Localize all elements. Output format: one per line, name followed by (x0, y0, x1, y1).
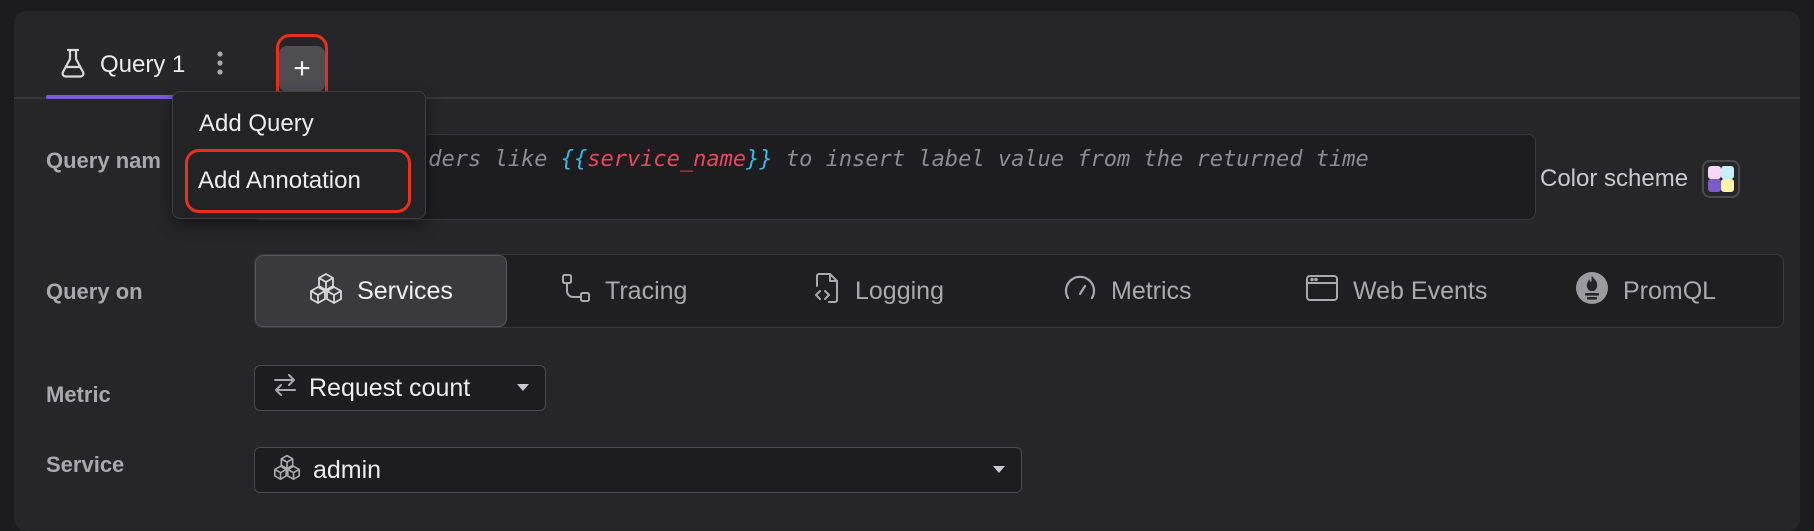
query-on-tracing-label: Tracing (605, 276, 688, 305)
service-value: admin (313, 455, 382, 484)
color-scheme-label: Color scheme (1540, 165, 1689, 192)
placeholder-brace-close: }} (746, 147, 773, 172)
query-on-services-label: Services (357, 276, 453, 305)
query-on-web-events-label: Web Events (1353, 276, 1488, 305)
metric-select[interactable]: Request count (254, 365, 546, 411)
prometheus-icon (1575, 271, 1609, 312)
metric-label: Metric (46, 382, 111, 407)
cubes-icon (273, 454, 301, 487)
color-scheme-swatch[interactable] (1702, 160, 1741, 198)
query-on-metrics[interactable]: Metrics (1063, 255, 1192, 327)
menu-item-add-query[interactable]: Add Query (173, 98, 425, 150)
gauge-icon (1063, 273, 1097, 310)
query-on-promql-label: PromQL (1623, 276, 1717, 305)
placeholder-variable: service_name (587, 147, 747, 172)
plus-icon: + (293, 52, 311, 85)
add-menu: Add Query Add Annotation (172, 91, 426, 219)
swap-arrows-icon (273, 373, 297, 403)
query-name-input[interactable]: lders like {{service_name}} to insert la… (252, 134, 1536, 220)
query-on-tracing[interactable]: Tracing (561, 255, 687, 327)
add-button[interactable]: + (279, 46, 325, 92)
query-on-metrics-label: Metrics (1111, 276, 1192, 305)
menu-item-add-annotation[interactable]: Add Annotation (185, 149, 411, 213)
query-name-label: Query nam (46, 148, 161, 173)
placeholder-tail: to insert label value from the returned … (772, 147, 1369, 172)
code-file-icon (813, 272, 841, 311)
query-on-label: Query on (46, 279, 143, 304)
query-on-services[interactable]: Services (255, 255, 507, 327)
placeholder-brace-open: {{ (560, 147, 588, 172)
query-on-promql[interactable]: PromQL (1575, 255, 1716, 327)
query-editor-panel: Query 1 + Add Query Add Annotation Query… (14, 11, 1800, 531)
active-tab-indicator (46, 95, 188, 99)
cubes-icon (309, 272, 343, 311)
tracing-icon (561, 273, 591, 310)
flask-icon (60, 48, 86, 83)
query-on-selector: Services Tracing Logging Metrics Web Eve… (254, 254, 1784, 328)
query-tab-bar: Query 1 + (14, 11, 1800, 104)
query-on-logging-label: Logging (855, 276, 944, 305)
tab-label: Query 1 (100, 51, 186, 78)
service-label: Service (46, 452, 125, 477)
chevron-down-icon (993, 466, 1005, 473)
query-on-web-events[interactable]: Web Events (1305, 255, 1487, 327)
query-on-logging[interactable]: Logging (813, 255, 944, 327)
tab-query-1[interactable]: Query 1 (46, 31, 188, 99)
color-scheme: Color scheme (1540, 160, 1741, 198)
metric-value: Request count (309, 373, 471, 402)
browser-window-icon (1305, 273, 1339, 310)
tab-options-icon[interactable] (210, 45, 230, 81)
service-select[interactable]: admin (254, 447, 1022, 493)
chevron-down-icon (517, 384, 529, 391)
